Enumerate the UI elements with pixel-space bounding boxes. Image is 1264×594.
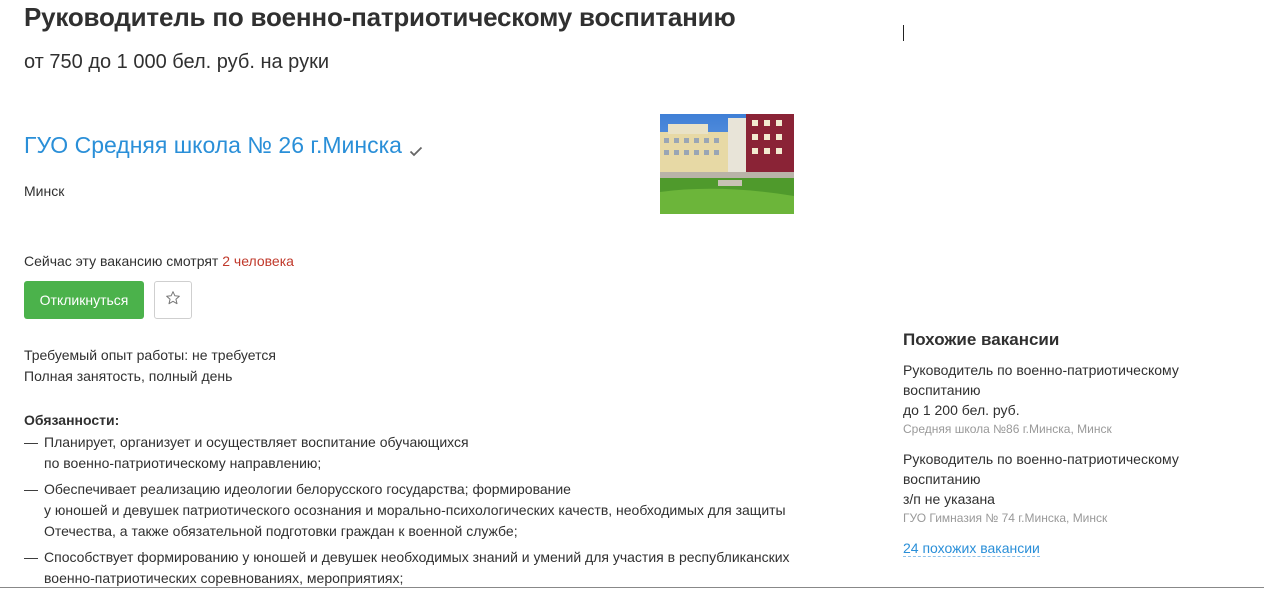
viewers-text: Сейчас эту вакансию смотрят [24,253,223,269]
vacancy-city: Минск [24,183,65,199]
list-item: — Способствует формированию у юношей и д… [24,549,790,586]
list-item: — Обеспечивает реализацию идеологии бело… [24,481,786,539]
viewers-info: Сейчас эту вакансию смотрят 2 человека [24,253,294,269]
similar-salary: з/п не указана [903,491,995,507]
similar-heading: Похожие вакансии [903,330,1060,349]
company-name[interactable]: ГУО Средняя школа № 26 г.Минска [24,132,402,159]
list-item: — Планирует, организует и осуществляет в… [24,434,469,471]
list-item[interactable]: Руководитель по военно-патриотическому в… [903,449,1203,527]
similar-company: Средняя школа №86 г.Минска, Минск [903,422,1112,436]
duties-heading: Обязанности: [24,412,120,428]
favorite-button[interactable] [154,281,192,319]
experience-requirement: Требуемый опыт работы: не требуется [24,347,276,363]
list-item[interactable]: Руководитель по военно-патриотическому в… [903,360,1203,438]
star-icon [165,290,181,311]
employment-type: Полная занятость, полный день [24,368,233,384]
company-photo [660,114,794,214]
vacancy-conditions: Требуемый опыт работы: не требуется Полн… [24,345,276,387]
duties-list: — Планирует, организует и осуществляет в… [24,432,824,594]
apply-button[interactable]: Откликнуться [24,281,144,319]
check-icon [408,138,424,156]
viewers-count: 2 человека [222,253,294,269]
similar-vacancies: Похожие вакансии Руководитель по военно-… [903,330,1203,558]
company-link[interactable]: ГУО Средняя школа № 26 г.Минска [24,132,424,159]
similar-company: ГУО Гимназия № 74 г.Минска, Минск [903,511,1108,525]
similar-title[interactable]: Руководитель по военно-патриотическому в… [903,360,1203,400]
similar-salary: до 1 200 бел. руб. [903,402,1020,418]
similar-title[interactable]: Руководитель по военно-патриотическому в… [903,449,1203,489]
more-similar-link[interactable]: 24 похожих вакансии [903,540,1040,557]
vacancy-salary: от 750 до 1 000 бел. руб. на руки [24,51,329,73]
text-cursor [903,25,904,41]
vacancy-title: Руководитель по военно-патриотическому в… [24,2,736,32]
